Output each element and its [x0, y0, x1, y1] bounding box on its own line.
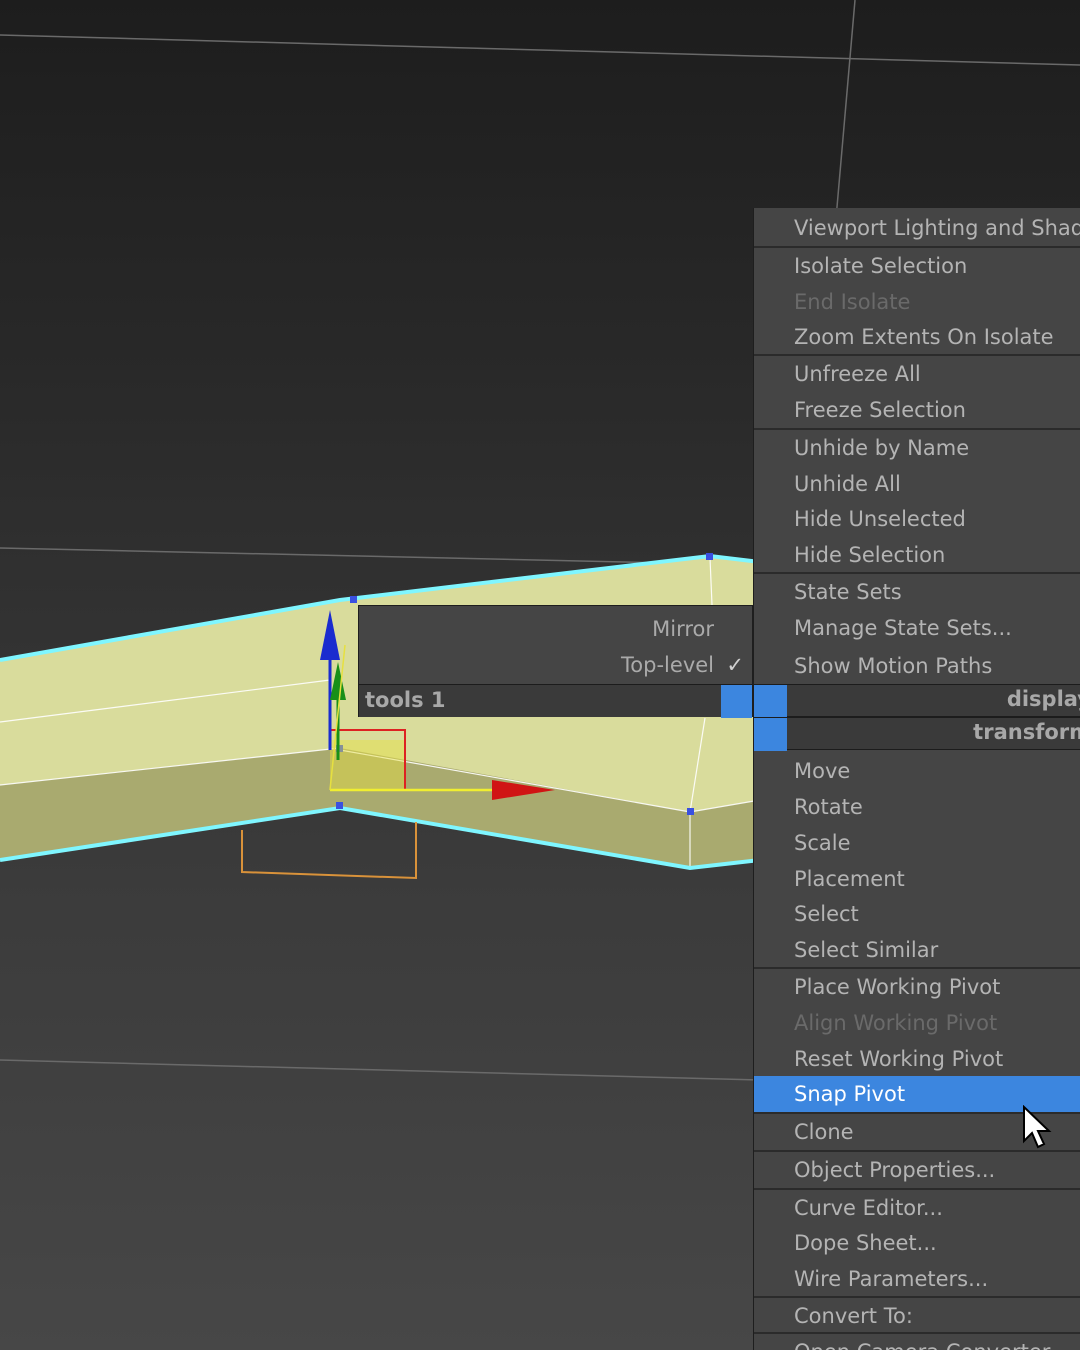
menu-item-select-similar[interactable]: Select Similar — [754, 932, 1080, 968]
menu-item-place-working-pivot[interactable]: Place Working Pivot — [754, 969, 1080, 1005]
quad-title-display: display — [754, 684, 1080, 718]
quad-title-label: tools 1 — [365, 688, 446, 712]
menu-item-isolate-selection[interactable]: Isolate Selection — [754, 248, 1080, 284]
menu-item-freeze-selection[interactable]: Freeze Selection — [754, 392, 1080, 428]
menu-item-open-camera-converter[interactable]: Open Camera Converter — [754, 1334, 1080, 1350]
menu-item-mirror[interactable]: Mirror — [652, 617, 714, 641]
menu-item-select[interactable]: Select — [754, 896, 1080, 932]
arrow-pointer-icon — [1023, 1105, 1052, 1149]
checkmark-icon: ✓ — [726, 653, 744, 677]
menu-item-hide-unselected[interactable]: Hide Unselected — [754, 501, 1080, 537]
menu-item-placement[interactable]: Placement — [754, 861, 1080, 897]
menu-item-scale[interactable]: Scale — [754, 825, 1080, 861]
menu-item-unhide-all[interactable]: Unhide All — [754, 466, 1080, 502]
menu-item-reset-working-pivot[interactable]: Reset Working Pivot — [754, 1041, 1080, 1077]
quad-title-label: transform — [973, 720, 1080, 744]
quad-corner-swatch[interactable] — [754, 685, 787, 718]
menu-item-viewport-lighting[interactable]: Viewport Lighting and Shadows — [754, 210, 1080, 246]
quad-title-label: display — [1006, 687, 1080, 711]
menu-item-manage-state-sets[interactable]: Manage State Sets... — [754, 610, 1080, 646]
menu-item-state-sets[interactable]: State Sets — [754, 574, 1080, 610]
menu-item-move[interactable]: Move — [754, 753, 1080, 789]
menu-item-dope-sheet[interactable]: Dope Sheet... — [754, 1225, 1080, 1261]
quad-corner-swatch[interactable] — [754, 718, 787, 751]
quad-title-tools-1: tools 1 — [359, 684, 752, 718]
menu-item-hide-selection[interactable]: Hide Selection — [754, 537, 1080, 573]
menu-item-unfreeze-all[interactable]: Unfreeze All — [754, 356, 1080, 392]
pivot-bracket — [241, 822, 417, 880]
menu-item-wire-parameters[interactable]: Wire Parameters... — [754, 1261, 1080, 1297]
menu-item-unhide-by-name[interactable]: Unhide by Name — [754, 430, 1080, 466]
menu-item-show-motion-paths[interactable]: Show Motion Paths — [754, 648, 1080, 684]
quad-title-transform: transform — [754, 717, 1080, 751]
menu-item-align-working-pivot[interactable]: Align Working Pivot — [754, 1005, 1080, 1041]
menu-item-convert-to[interactable]: Convert To: — [754, 1298, 1080, 1334]
menu-item-rotate[interactable]: Rotate — [754, 789, 1080, 825]
menu-item-curve-editor[interactable]: Curve Editor... — [754, 1190, 1080, 1226]
quad-menu-right: Viewport Lighting and Shadows Isolate Se… — [753, 208, 1080, 1350]
menu-item-end-isolate[interactable]: End Isolate — [754, 284, 1080, 320]
quad-menu-left: Mirror Top-level ✓ tools 1 — [358, 605, 753, 718]
menu-item-object-properties[interactable]: Object Properties... — [754, 1152, 1080, 1188]
menu-item-zoom-extents-isolate[interactable]: Zoom Extents On Isolate — [754, 319, 1080, 355]
quad-corner-swatch[interactable] — [721, 685, 752, 718]
menu-item-top-level[interactable]: Top-level — [621, 653, 714, 677]
